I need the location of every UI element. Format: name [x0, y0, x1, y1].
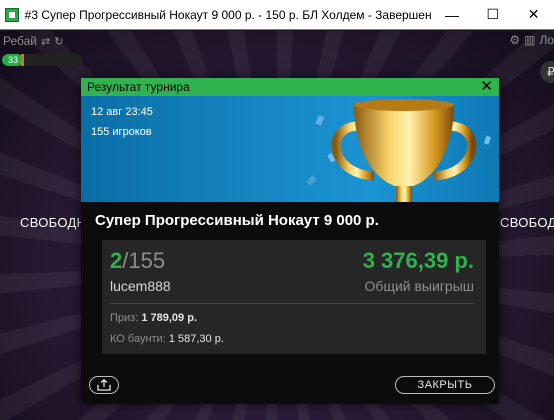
total-winnings-label: Общий выигрыш — [364, 278, 474, 294]
place-total: /155 — [122, 248, 166, 273]
close-icon[interactable]: ✕ — [480, 78, 493, 96]
dialog-hero: 12 авг 23:45 155 игроков — [81, 96, 499, 202]
share-icon — [97, 379, 111, 391]
chart-icon[interactable]: ▥ — [524, 33, 535, 47]
dialog-header: Результат турнира ✕ — [81, 78, 499, 96]
tournament-name: Супер Прогрессивный Нокаут 9 000 р. — [95, 212, 379, 229]
table-top-strip: Ребай ⇄ ↻ — [0, 31, 554, 51]
seat-free-left[interactable]: СВОБОДН — [20, 215, 86, 230]
window-title: #3 Супер Прогрессивный Нокаут 9 000 р. -… — [24, 7, 432, 22]
rebuy-label: Ребай — [3, 34, 37, 48]
divider — [110, 303, 474, 304]
tournament-result-dialog: Результат турнира ✕ 12 авг 23:45 155 игр… — [81, 78, 499, 404]
minimize-button[interactable]: — — [432, 0, 473, 30]
window-close-button[interactable]: ✕ — [513, 0, 554, 30]
gear-icon[interactable]: ⚙ — [509, 33, 520, 47]
tournament-date: 12 авг 23:45 — [91, 106, 153, 118]
player-count-bar: 33 — [2, 54, 82, 66]
repeat-icon[interactable]: ⇄ — [41, 35, 50, 48]
close-button[interactable]: ЗАКРЫТЬ — [395, 376, 495, 394]
finish-place: 2/155 — [110, 248, 165, 274]
maximize-button[interactable]: ☐ — [472, 0, 513, 30]
trophy-icon — [299, 96, 499, 202]
prize-label: Приз: — [110, 312, 139, 324]
seat-free-right[interactable]: СВОБОДН — [500, 215, 554, 230]
share-button[interactable] — [89, 376, 119, 394]
tournament-players: 155 игроков — [91, 126, 152, 138]
dialog-body: Супер Прогрессивный Нокаут 9 000 р. 2/15… — [81, 202, 499, 404]
prize-value: 1 789,09 р. — [141, 312, 197, 324]
table-right-controls: ⚙ ▥ Ло — [509, 33, 554, 47]
ko-bounty-value: 1 587,30 р. — [168, 333, 224, 345]
player-count-badge: 33 — [7, 55, 18, 65]
right-edge-label: Ло — [539, 33, 554, 47]
window-titlebar: #3 Супер Прогрессивный Нокаут 9 000 р. -… — [0, 0, 554, 30]
app-icon — [5, 7, 19, 22]
username: lucem888 — [110, 278, 171, 294]
place-number: 2 — [110, 248, 123, 273]
refresh-icon[interactable]: ↻ — [54, 35, 63, 48]
prize-row: Приз: 1 789,09 р. — [110, 312, 197, 324]
dialog-title: Результат турнира — [87, 80, 190, 94]
result-card: 2/155 lucem888 3 376,39 р. Общий выигрыш… — [102, 240, 486, 354]
ko-bounty-row: КО баунти: 1 587,30 р. — [110, 333, 224, 345]
ko-bounty-label: КО баунти: — [110, 333, 166, 345]
total-winnings: 3 376,39 р. — [362, 248, 474, 273]
